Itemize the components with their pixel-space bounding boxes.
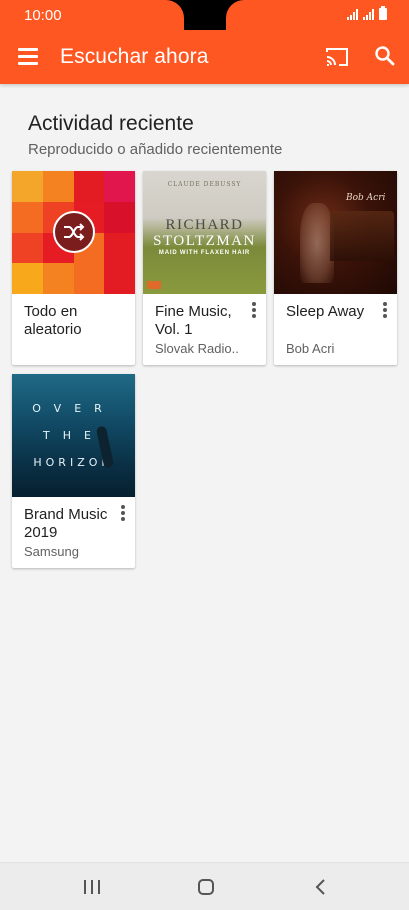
recent-apps-icon[interactable] xyxy=(84,880,100,894)
card-album-fine-music[interactable]: CLAUDE DEBUSSY RICHARD STOLTZMAN MAID WI… xyxy=(143,171,266,365)
system-nav-bar xyxy=(0,862,409,910)
shuffle-icon xyxy=(53,211,95,253)
app-bar: Escuchar ahora xyxy=(0,30,409,84)
battery-icon xyxy=(379,6,387,20)
status-time: 10:00 xyxy=(24,7,62,24)
card-title: Brand Music 2019 xyxy=(24,506,108,541)
card-album-sleep-away[interactable]: Bob Acri Sleep Away Bob Acri xyxy=(274,171,397,365)
more-options-icon[interactable] xyxy=(118,505,128,521)
cell-signal-icon xyxy=(363,8,374,20)
card-title: Todo en aleatorio xyxy=(24,303,82,338)
card-album-brand-music[interactable]: OVER THE HORIZON Brand Music 2019 Samsun… xyxy=(12,374,135,568)
card-title: Sleep Away xyxy=(286,303,365,320)
card-artist: Samsung xyxy=(24,544,79,559)
cast-icon[interactable] xyxy=(325,46,349,68)
card-title: Fine Music, Vol. 1 xyxy=(155,303,232,338)
status-bar: 10:00 xyxy=(0,0,409,30)
card-artist: Bob Acri xyxy=(286,341,335,356)
home-icon[interactable] xyxy=(198,879,214,895)
album-art-bob-acri: Bob Acri xyxy=(274,171,397,294)
wifi-signal-icon xyxy=(347,8,358,20)
main-content: Actividad reciente Reproducido o añadido… xyxy=(0,84,409,862)
page-title: Escuchar ahora xyxy=(60,45,209,68)
album-art-richard-stoltzman: CLAUDE DEBUSSY RICHARD STOLTZMAN MAID WI… xyxy=(143,171,266,294)
section-title: Actividad reciente xyxy=(28,112,194,135)
shuffle-grid-art xyxy=(12,171,135,294)
hamburger-menu-icon[interactable] xyxy=(18,48,38,65)
more-options-icon[interactable] xyxy=(249,302,259,318)
search-icon[interactable] xyxy=(374,45,396,67)
album-art-over-the-horizon: OVER THE HORIZON xyxy=(12,374,135,497)
back-icon[interactable] xyxy=(314,879,328,895)
section-subtitle: Reproducido o añadido recientemente xyxy=(28,141,283,158)
more-options-icon[interactable] xyxy=(380,302,390,318)
card-artist: Slovak Radio.. xyxy=(155,341,239,356)
status-icons xyxy=(347,6,387,20)
card-shuffle-all[interactable]: Todo en aleatorio xyxy=(12,171,135,365)
